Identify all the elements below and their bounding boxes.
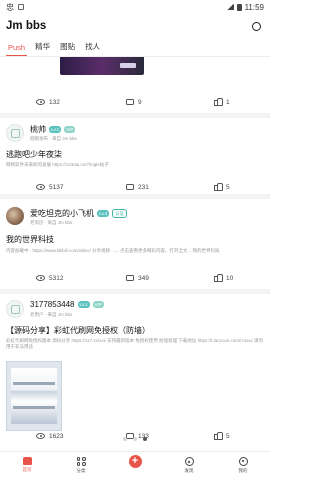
- circle-icon: [251, 21, 261, 31]
- avatar[interactable]: [6, 300, 24, 318]
- avatar[interactable]: [6, 207, 24, 225]
- app-bar: Jm bbs: [0, 14, 270, 38]
- comment-button[interactable]: 349: [126, 275, 149, 282]
- comment-button[interactable]: 9: [126, 99, 142, 106]
- post-title[interactable]: 我的世界科技: [6, 234, 54, 245]
- post-excerpt: 彩虹代刷网免授权版本 源码分享 https://117.xx/xxx 支持最新版…: [6, 338, 263, 349]
- eye-icon: [36, 184, 45, 190]
- signal-icon: [226, 4, 234, 10]
- thumbs-up-icon: [214, 273, 223, 282]
- post-stats: 5137 231 5: [0, 181, 270, 193]
- add-icon: +: [128, 455, 142, 468]
- avatar[interactable]: [6, 124, 24, 142]
- post-meta: 刚刚发布 · 来自 Jm bbs: [30, 136, 77, 141]
- certified-badge: 认证: [112, 209, 128, 218]
- level-badge: Lv.3: [97, 210, 110, 217]
- view-count: 5137: [36, 184, 63, 191]
- post-meta: 老资历 · 来自 Jm bbs: [30, 220, 73, 225]
- page-dot-active[interactable]: [143, 437, 147, 441]
- comment-icon: [126, 183, 134, 191]
- thumbs-up-icon: [214, 182, 223, 191]
- eye-icon: [36, 99, 45, 105]
- comment-icon: [126, 274, 134, 282]
- status-time: 11:59: [244, 2, 264, 12]
- like-button[interactable]: 10: [214, 273, 233, 282]
- page-indicator: [0, 437, 270, 441]
- post-stats: 5312 349 10: [0, 272, 270, 284]
- compass-icon: [184, 457, 194, 466]
- tab-images[interactable]: 图贴: [56, 41, 79, 56]
- menu-button[interactable]: [248, 18, 264, 34]
- post-card[interactable]: 桃帅 Lv.1 VIP 刚刚发布 · 来自 Jm bbs 逃跑吧少年夜柒 网络软…: [0, 118, 270, 198]
- post-feed[interactable]: 132 9 1 桃帅 Lv.1 VIP 刚刚发布 · 来自 Jm bbs 逃跑吧…: [0, 57, 270, 451]
- view-count: 5312: [36, 275, 63, 282]
- status-right: 11:59: [226, 2, 264, 12]
- post-meta: 老用户 · 来自 Jm bbs: [30, 312, 73, 317]
- eye-icon: [36, 275, 45, 281]
- username[interactable]: 桃帅 Lv.1 VIP: [30, 124, 76, 135]
- bottom-nav: 首页 分类 + 发现 我的: [0, 451, 270, 481]
- post-title[interactable]: 【源码分享】彩虹代刷网免授权（防墙）: [6, 325, 150, 336]
- nav-home[interactable]: 首页: [0, 452, 54, 481]
- level-badge: Lv.1: [49, 126, 62, 133]
- post-card[interactable]: 爱吃坦克的小飞机 Lv.3 认证 老资历 · 来自 Jm bbs 我的世界科技 …: [0, 200, 270, 288]
- status-app-glyph: 忠: [6, 2, 14, 12]
- tab-featured[interactable]: 精华: [31, 41, 54, 56]
- post-image[interactable]: [6, 361, 62, 431]
- status-bar: 忠 11:59: [0, 0, 270, 14]
- comment-icon: [126, 98, 134, 106]
- nav-profile[interactable]: 我的: [216, 452, 270, 481]
- vip-badge: VIP: [64, 126, 76, 133]
- battery-icon: [236, 3, 242, 11]
- app-title: Jm bbs: [6, 20, 47, 32]
- post-title[interactable]: 逃跑吧少年夜柒: [6, 149, 62, 160]
- post-card[interactable]: 3177853448 Lv.1 VIP 老用户 · 来自 Jm bbs 【源码分…: [0, 294, 270, 444]
- tab-bar: Push 精华 图贴 找人: [0, 38, 270, 56]
- post-banner-image: [60, 57, 144, 75]
- vip-badge: VIP: [92, 301, 104, 308]
- notification-icon: [18, 4, 24, 10]
- grid-icon: [76, 457, 86, 466]
- tab-push[interactable]: Push: [4, 43, 29, 56]
- post-divider: [0, 194, 270, 199]
- tab-find-people[interactable]: 找人: [81, 41, 104, 56]
- page-dot[interactable]: [123, 437, 127, 441]
- comment-button[interactable]: 231: [126, 184, 149, 191]
- like-button[interactable]: 5: [214, 182, 230, 191]
- post-card[interactable]: 132 9 1: [0, 57, 270, 115]
- post-excerpt: 网络软件未来如何发展 https://1234ai.cn/7/ingle帖子: [6, 162, 109, 167]
- home-icon: [22, 457, 32, 465]
- user-icon: [238, 457, 248, 466]
- level-badge: Lv.1: [77, 301, 90, 308]
- nav-discover[interactable]: 发现: [162, 452, 216, 481]
- status-left: 忠: [6, 2, 24, 13]
- username[interactable]: 爱吃坦克的小飞机 Lv.3 认证: [30, 208, 128, 219]
- username[interactable]: 3177853448 Lv.1 VIP: [30, 300, 104, 309]
- page-dot[interactable]: [133, 437, 137, 441]
- post-excerpt: 内容加载中 · https://www.bilibili.com/video/ …: [6, 248, 220, 253]
- like-button[interactable]: 1: [214, 97, 230, 106]
- post-stats: 132 9 1: [0, 96, 270, 108]
- thumbs-up-icon: [214, 97, 223, 106]
- view-count: 132: [36, 99, 60, 106]
- nav-categories[interactable]: 分类: [54, 452, 108, 481]
- nav-create-post[interactable]: +: [108, 452, 162, 481]
